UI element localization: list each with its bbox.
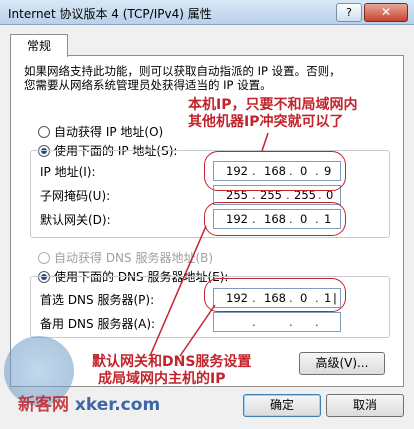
ip-annotation: 本机IP，只要不和局域网内 其他机器IP冲突就可以了 bbox=[188, 97, 357, 131]
gateway-annotation-line-2: 成局域网内主机的IP bbox=[98, 371, 226, 387]
watermark-domain: xker.com bbox=[74, 395, 161, 415]
tab-general[interactable]: 常规 bbox=[10, 34, 68, 57]
watermark-brand: 新客网 bbox=[18, 395, 69, 415]
advanced-button[interactable]: 高级(V)... bbox=[299, 352, 385, 375]
cancel-button[interactable]: 取消 bbox=[326, 394, 404, 417]
gateway-pointer bbox=[149, 225, 207, 357]
ip-pointer bbox=[261, 132, 269, 152]
ip-annotation-line-1: 本机IP，只要不和局域网内 bbox=[188, 97, 358, 113]
dns-pointer bbox=[179, 304, 216, 357]
gateway-dns-annotation: 默认网关和DNS服务设置 成局域网内主机的IP bbox=[92, 354, 251, 388]
gateway-annotation-line-1: 默认网关和DNS服务设置 bbox=[92, 354, 252, 370]
watermark-text: 新客网 xker.com bbox=[18, 390, 160, 415]
ip-annotation-line-2: 其他机器IP冲突就可以了 bbox=[188, 114, 344, 130]
ok-button[interactable]: 确定 bbox=[243, 394, 321, 417]
